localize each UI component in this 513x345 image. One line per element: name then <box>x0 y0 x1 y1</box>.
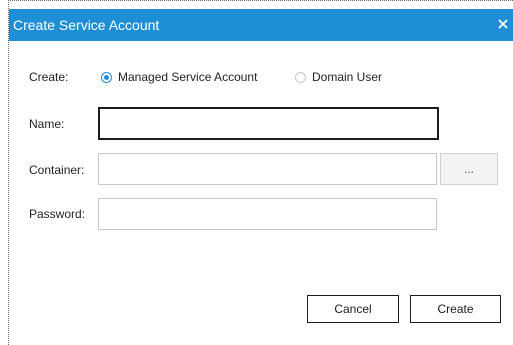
name-input[interactable] <box>98 107 439 140</box>
cancel-button[interactable]: Cancel <box>307 295 399 323</box>
password-label: Password: <box>29 207 86 221</box>
dialog-top-border <box>8 0 513 1</box>
container-label: Container: <box>29 163 85 177</box>
browse-container-button[interactable]: ... <box>440 153 498 185</box>
managed-service-account-label: Managed Service Account <box>118 70 258 84</box>
create-button[interactable]: Create <box>410 295 501 323</box>
password-input[interactable] <box>98 198 437 230</box>
managed-service-account-radio[interactable]: Managed Service Account <box>101 70 257 84</box>
radio-unchecked-icon <box>295 71 306 83</box>
close-icon[interactable] <box>495 14 511 34</box>
create-label: Create: <box>29 70 69 84</box>
name-label: Name: <box>29 117 65 131</box>
domain-user-radio[interactable]: Domain User <box>295 70 382 84</box>
dialog-title: Create Service Account <box>13 17 160 33</box>
create-service-account-dialog: Create Service Account Create: Managed S… <box>0 0 513 345</box>
title-bar[interactable]: Create Service Account <box>9 9 513 41</box>
dialog-left-border <box>8 0 9 345</box>
container-input[interactable] <box>98 153 437 185</box>
radio-checked-icon <box>101 71 112 83</box>
domain-user-label: Domain User <box>312 70 383 84</box>
